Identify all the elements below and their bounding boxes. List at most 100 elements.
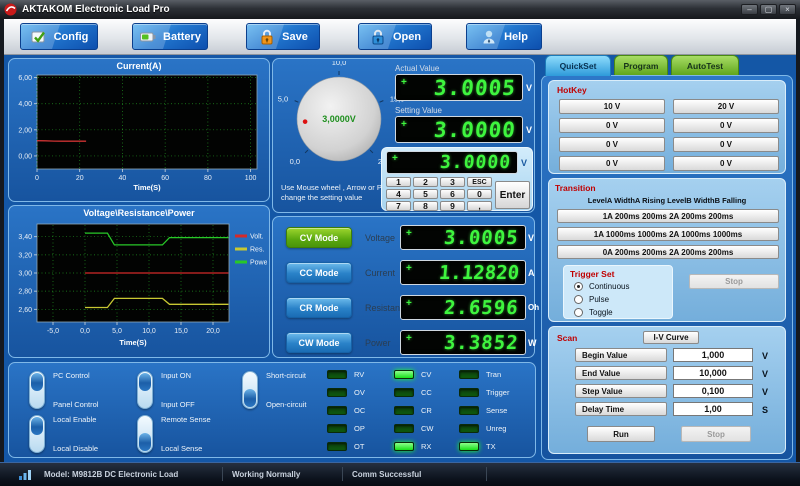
title-bar: AKTAKOM Electronic Load Pro – ▢ ×	[0, 0, 800, 19]
key-2[interactable]: 2	[413, 177, 438, 187]
continuous-radio[interactable]	[574, 282, 583, 291]
key-comma[interactable]: ,	[467, 201, 492, 211]
tab-quickset[interactable]: QuickSet	[545, 55, 611, 76]
key-3[interactable]: 3	[440, 177, 465, 187]
current-chart: 6,00 4,00 2,00 0,00 0 20 40 60 80 100 Time(S)	[18, 74, 258, 192]
resistance-display: + 2.6596	[400, 295, 526, 320]
svg-text:20,0: 20,0	[206, 328, 220, 335]
svg-text:20: 20	[76, 175, 84, 182]
cc-mode-button[interactable]: CC Mode	[286, 262, 352, 283]
vrp-chart: 3,40 3,20 3,00 2,80 2,60 -5,0 0,0 5,0 10,0 15,0 20…	[18, 223, 267, 347]
current-label: Current	[365, 268, 396, 278]
cr-mode-button[interactable]: CR Mode	[286, 297, 352, 318]
key-esc[interactable]: ESC	[467, 177, 492, 187]
battery-button[interactable]: Battery	[132, 23, 208, 50]
hotkey-10v[interactable]: 10 V	[559, 99, 665, 114]
key-6[interactable]: 6	[440, 189, 465, 199]
hotkey-title: HotKey	[557, 85, 587, 95]
hotkey-0v-6[interactable]: 0 V	[673, 156, 779, 171]
svg-text:10,0: 10,0	[142, 328, 156, 335]
key-4[interactable]: 4	[386, 189, 411, 199]
save-lock-icon	[261, 29, 273, 44]
transition-preset-1[interactable]: 1A 200ms 200ms 2A 200ms 200ms	[557, 209, 779, 223]
svg-text:10,0: 10,0	[332, 61, 347, 67]
hotkey-0v-3[interactable]: 0 V	[559, 137, 665, 152]
svg-text:80: 80	[204, 175, 212, 182]
main-area: Current(A) 6,00 4,00 2,00 0,00 0 20 40 60 80 100 T…	[4, 55, 796, 462]
keypad-panel: + 3.0000 V 1 2 3 ESC 4 5 6 0 7 8 9 , Ent…	[381, 147, 533, 211]
led-column-status: Tran Trigger Sense Unreg TX	[459, 370, 509, 451]
scan-stop-button[interactable]: Stop	[681, 426, 751, 442]
maximize-button[interactable]: ▢	[760, 4, 777, 15]
power-display: + 3.3852	[400, 330, 526, 355]
trigger-pulse-option[interactable]: Pulse	[574, 295, 609, 304]
delay-time-field[interactable]: 1,00	[673, 402, 753, 416]
save-button[interactable]: Save	[246, 23, 320, 50]
scan-run-button[interactable]: Run	[587, 426, 655, 442]
svg-text:40: 40	[119, 175, 127, 182]
step-value-field[interactable]: 0,100	[673, 384, 753, 398]
scan-title: Scan	[557, 333, 578, 343]
key-9[interactable]: 9	[440, 201, 465, 211]
local-enable-label: Local Enable	[53, 415, 97, 424]
local-disable-label: Local Disable	[53, 444, 99, 453]
svg-text:2,60: 2,60	[18, 307, 32, 314]
input-on-off-toggle[interactable]	[137, 371, 153, 409]
setting-value-unit: V	[526, 125, 533, 135]
vrp-chart-panel: Voltage\Resistance\Power 3,40 3,20 3,00 2,8…	[8, 205, 270, 358]
transition-stop-button[interactable]: Stop	[689, 274, 779, 289]
voltage-display: + 3.0005	[400, 225, 526, 250]
open-button[interactable]: Open	[358, 23, 432, 50]
trigger-toggle-option[interactable]: Toggle	[574, 308, 613, 317]
svg-text:3,00: 3,00	[18, 271, 32, 278]
hotkey-0v-1[interactable]: 0 V	[559, 118, 665, 133]
hotkey-20v[interactable]: 20 V	[673, 99, 779, 114]
cw-mode-button[interactable]: CW Mode	[286, 332, 352, 353]
trigger-continuous-option[interactable]: Continuous	[574, 282, 629, 291]
config-icon	[31, 31, 45, 43]
hotkey-0v-4[interactable]: 0 V	[673, 137, 779, 152]
input-on-label: Input ON	[161, 371, 192, 380]
circuit-toggle[interactable]	[242, 371, 258, 409]
unreg-led	[459, 424, 479, 433]
pulse-radio[interactable]	[574, 295, 583, 304]
cv-mode-button[interactable]: CV Mode	[286, 227, 352, 248]
cc-led	[394, 388, 414, 397]
begin-value-field[interactable]: 1,000	[673, 348, 753, 362]
key-0[interactable]: 0	[467, 189, 492, 199]
enter-button[interactable]: Enter	[495, 181, 530, 209]
led-column-protections: RV OV OC OP OT	[327, 370, 365, 451]
svg-text:2,00: 2,00	[18, 127, 32, 134]
toggle-radio[interactable]	[574, 308, 583, 317]
status-model: Model: M9812B DC Electronic Load	[44, 470, 179, 479]
input-off-label: Input OFF	[161, 400, 195, 409]
sense-toggle[interactable]	[137, 415, 153, 453]
hotkey-0v-2[interactable]: 0 V	[673, 118, 779, 133]
iv-curve-button[interactable]: I-V Curve	[643, 331, 699, 344]
pc-panel-toggle[interactable]	[29, 371, 45, 409]
current-display: + 1.12820	[400, 260, 526, 285]
svg-text:3,40: 3,40	[18, 234, 32, 241]
local-enable-toggle[interactable]	[29, 415, 45, 453]
actual-value-unit: V	[526, 83, 533, 93]
svg-text:5,0: 5,0	[278, 94, 288, 103]
hotkey-0v-5[interactable]: 0 V	[559, 156, 665, 171]
end-value-unit: V	[762, 369, 769, 379]
key-5[interactable]: 5	[413, 189, 438, 199]
minimize-button[interactable]: –	[741, 4, 758, 15]
help-button[interactable]: Help	[466, 23, 542, 50]
svg-text:Time(S): Time(S)	[133, 183, 161, 192]
key-8[interactable]: 8	[413, 201, 438, 211]
actual-value-label: Actual Value	[395, 64, 440, 73]
power-unit: W	[528, 338, 537, 348]
close-button[interactable]: ×	[779, 4, 796, 15]
key-7[interactable]: 7	[386, 201, 411, 211]
transition-preset-2[interactable]: 1A 1000ms 1000ms 2A 1000ms 1000ms	[557, 227, 779, 241]
tab-autotest[interactable]: AutoTest	[671, 55, 739, 76]
tab-program[interactable]: Program	[614, 55, 668, 76]
config-button[interactable]: Config	[20, 23, 98, 50]
end-value-field[interactable]: 10,000	[673, 366, 753, 380]
transition-preset-3[interactable]: 0A 200ms 200ms 2A 200ms 200ms	[557, 245, 779, 259]
key-1[interactable]: 1	[386, 177, 411, 187]
toolbar: Config Battery Save Open Help	[4, 19, 796, 55]
